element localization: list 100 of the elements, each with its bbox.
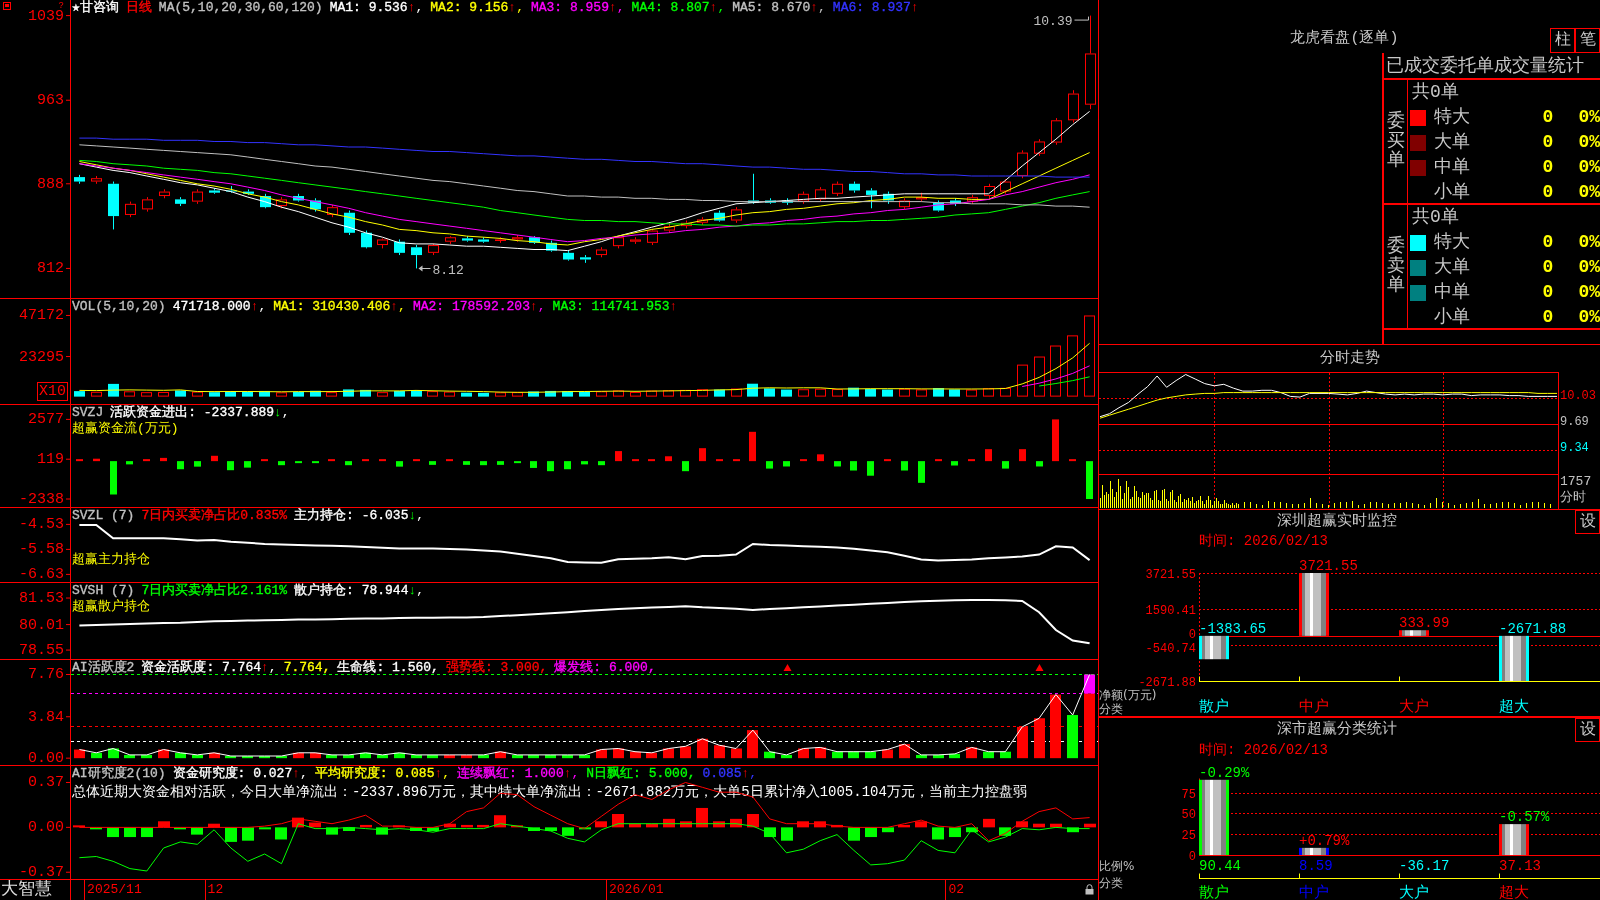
legend-text: SVZL (7) (72, 508, 135, 523)
trend-arrow: ↓ (274, 405, 282, 420)
order-percent: 0% (1577, 132, 1600, 153)
axis-label: 0.37 (28, 774, 64, 792)
trend-arrow: ↑ (390, 299, 399, 314)
axis-label: 0 (1188, 849, 1196, 864)
trend-arrow: ↑ (910, 0, 919, 15)
axis-label: 80.01 (19, 616, 64, 634)
legend-text: SVZJ (72, 405, 104, 420)
order-total: 共0单 (1411, 81, 1460, 104)
value-label: 333.99 (1399, 615, 1450, 632)
order-count: 0 (1541, 282, 1555, 303)
legend-text: N日飘红: 5.000, (586, 766, 696, 781)
legend-text: 7日内买卖净占比2.161% (141, 583, 288, 598)
order-size-label: 中单 (1434, 157, 1471, 178)
legend-text: 散户持仓: 78.944 (294, 583, 409, 598)
legend-separator: , (442, 766, 451, 781)
legend-separator: , (416, 583, 425, 598)
axis-label: 3721.55 (1145, 567, 1196, 582)
category-label: 超大 (1499, 697, 1529, 715)
side-label: 委卖单 (1386, 236, 1405, 297)
trend-arrow: ↓ (408, 508, 417, 523)
order-count: 0 (1541, 307, 1555, 328)
axis-label: 812 (37, 260, 64, 278)
table-title: 已成交委托单成交量统计 (1384, 53, 1600, 80)
axis-label: -2671.88 (1138, 675, 1196, 690)
date-label: 02 (945, 880, 964, 900)
axis-label: 50 (1181, 807, 1196, 822)
legend-text: 连续飘红: 1.000 (457, 766, 564, 781)
axis-label: 3.84 (28, 708, 64, 726)
date-label: 2025/11 (84, 880, 142, 900)
axis-label: -5.58 (19, 541, 64, 559)
order-count: 0 (1541, 232, 1555, 253)
timestamp-label: 时间: 2026/02/13 (1198, 534, 1329, 549)
question-mark: ? (58, 2, 64, 10)
axis-label: -6.63 (19, 566, 64, 582)
value-label: 8.59 (1299, 858, 1333, 874)
trend-arrow: ↑ (261, 660, 269, 675)
legend-text: 强势线: 3.000, (445, 660, 548, 675)
trend-arrow: ↑ (741, 766, 750, 781)
panel-title: 深市超赢分类统计 (1276, 719, 1398, 740)
legend-text: 7.764, (283, 660, 331, 675)
axis-label: 9.34 (1560, 442, 1589, 456)
legend-separator: , (300, 766, 308, 781)
order-size-label: 小单 (1434, 182, 1471, 203)
trend-arrow: ↑ (810, 0, 819, 15)
category-label: 超大 (1499, 883, 1529, 900)
legend-text: SVSH (7) (72, 583, 135, 598)
panel-subtitle: 超赢散户持仓 (72, 599, 151, 614)
legend-text: 日线 (125, 0, 152, 15)
order-count: 0 (1541, 132, 1555, 153)
order-percent: 0% (1577, 232, 1600, 253)
axis-label: 963 (37, 92, 64, 110)
legend-text: MA1: 310430.406 (273, 299, 391, 314)
legend-separator: , (268, 660, 277, 675)
category-label: 中户 (1299, 697, 1329, 715)
axis-label: 23295 (19, 348, 64, 366)
axis-label: 9.69 (1560, 416, 1589, 429)
panel-subtitle: 超赢主力持仓 (72, 551, 151, 567)
multiplier-label: X10 (37, 382, 68, 401)
trend-arrow: ↓ (408, 583, 417, 598)
axis-label: 75 (1181, 787, 1196, 802)
value-label: -1383.65 (1199, 620, 1267, 637)
order-count: 0 (1541, 182, 1555, 203)
trend-arrow: ↑ (292, 766, 301, 781)
axis-label: 0.00 (28, 750, 64, 765)
value-label: -2671.88 (1499, 620, 1567, 637)
value-label: 90.44 (1199, 858, 1241, 874)
value-label: 37.13 (1499, 858, 1541, 874)
legend-text: VOL(5,10,20) (72, 299, 166, 314)
trend-arrow: ↑ (608, 0, 617, 15)
order-percent: 0% (1577, 257, 1600, 278)
legend-text: MA3: 114741.953 (552, 299, 670, 314)
axis-label: -0.37 (19, 864, 64, 879)
date-label: 12 (204, 880, 224, 900)
order-percent: 0% (1577, 307, 1600, 328)
axis-label: -4.53 (19, 516, 64, 534)
legend-text: 资金研究度: 0.027 (172, 766, 293, 781)
legend-separator: , (516, 0, 524, 15)
timestamp-label: 时间: 2026/02/13 (1198, 742, 1329, 758)
legend-separator: , (616, 0, 625, 15)
change-label: -0.29% (1199, 764, 1250, 781)
axis-title: 分类 (1099, 876, 1123, 890)
order-size-label: 中单 (1434, 282, 1471, 303)
category-label: 散户 (1199, 697, 1229, 715)
order-size-label: 特大 (1434, 107, 1471, 128)
panel-title: 深圳超赢实时监控 (1276, 511, 1398, 532)
panel-subtitle: 超赢资金流(万元) (72, 421, 180, 436)
category-label: 中户 (1299, 883, 1329, 900)
legend-separator: , (398, 299, 406, 314)
trend-arrow: ↑ (563, 766, 572, 781)
panel-title: 分时走势 (1318, 348, 1381, 369)
legend-text: MA2: 178592.203 (412, 299, 530, 314)
order-percent: 0% (1577, 182, 1600, 203)
value-label: -36.17 (1399, 858, 1450, 874)
order-count: 0 (1541, 157, 1555, 178)
order-size-label: 大单 (1434, 257, 1471, 278)
legend-text: 主力持仓: -6.035 (294, 508, 409, 523)
category-label: 大户 (1399, 697, 1429, 715)
axis-label: 25 (1181, 828, 1196, 843)
